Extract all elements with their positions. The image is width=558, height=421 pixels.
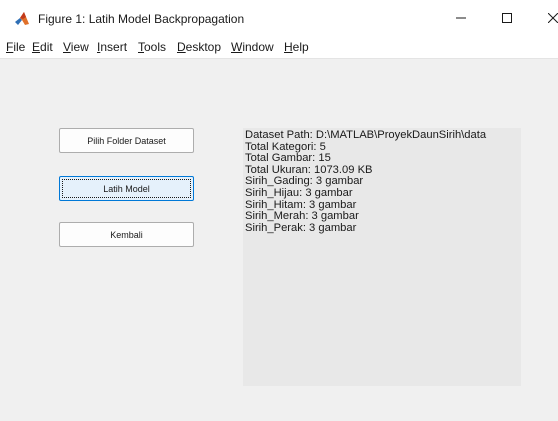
menu-edit[interactable]: Edit [32,40,53,54]
menu-bar: File Edit View Insert Tools Desktop Wind… [0,36,558,59]
window-title: Figure 1: Latih Model Backpropagation [38,12,245,26]
menu-desktop[interactable]: Desktop [177,40,221,54]
title-bar[interactable]: Figure 1: Latih Model Backpropagation [0,0,558,36]
info-class-perak: Sirih_Perak: 3 gambar [245,221,357,234]
back-label: Kembali [110,229,143,240]
matlab-icon [14,11,30,27]
train-model-button[interactable]: Latih Model [59,176,194,201]
minimize-button[interactable] [438,0,484,36]
close-button[interactable] [530,0,558,36]
maximize-icon [502,13,512,23]
info-class-hijau: Sirih_Hijau: 3 gambar [245,186,353,199]
menu-view[interactable]: View [63,40,89,54]
menu-insert[interactable]: Insert [97,40,127,54]
select-folder-button[interactable]: Pilih Folder Dataset [59,128,194,153]
select-folder-label: Pilih Folder Dataset [87,135,166,146]
menu-help[interactable]: Help [284,40,309,54]
info-class-merah: Sirih_Merah: 3 gambar [245,210,359,223]
dataset-info-box: Dataset Path: D:\MATLAB\ProyekDaunSirih\… [243,128,521,386]
info-dataset-path: Dataset Path: D:\MATLAB\ProyekDaunSirih\… [245,129,487,141]
figure-window: Figure 1: Latih Model Backpropagation Fi… [0,0,558,421]
menu-tools[interactable]: Tools [138,40,166,54]
back-button[interactable]: Kembali [59,222,194,247]
menu-file[interactable]: File [6,40,25,54]
maximize-button[interactable] [484,0,530,36]
menu-window[interactable]: Window [231,40,274,54]
minimize-icon [456,17,466,19]
focus-ring [62,179,191,198]
close-icon [548,13,558,23]
